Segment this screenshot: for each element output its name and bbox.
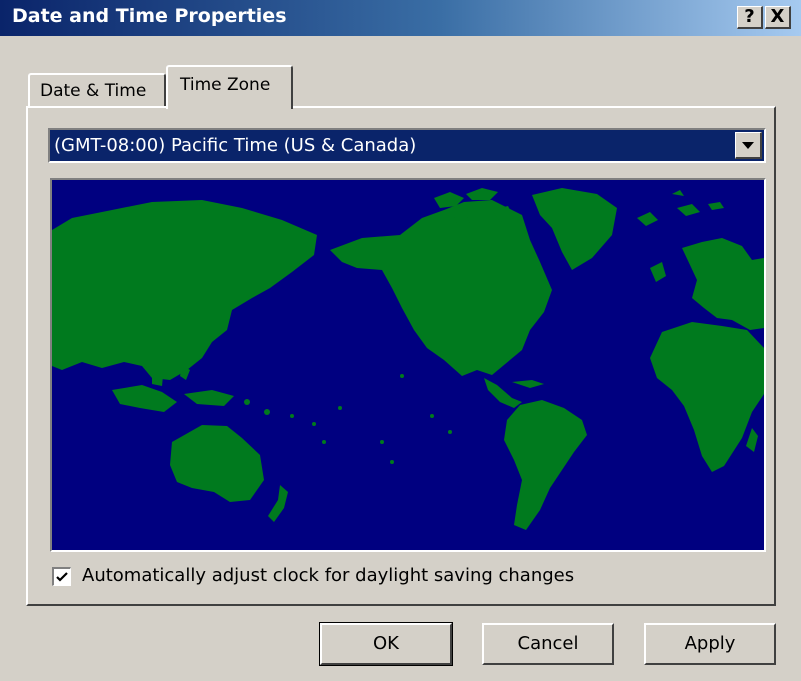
new-zealand-landmass bbox=[268, 485, 288, 522]
tab-date-and-time-label: Date & Time bbox=[40, 81, 147, 101]
tab-time-zone[interactable]: Time Zone bbox=[166, 65, 293, 109]
australia-landmass bbox=[170, 425, 264, 502]
help-icon: ? bbox=[744, 6, 755, 27]
time-zone-select[interactable]: (GMT-08:00) Pacific Time (US & Canada) bbox=[48, 128, 766, 163]
date-time-properties-dialog: Date and Time Properties ? X Date & Time… bbox=[0, 0, 801, 681]
dropdown-arrow-icon[interactable] bbox=[735, 132, 762, 159]
apply-button[interactable]: Apply bbox=[644, 623, 776, 665]
greenland-landmass bbox=[532, 188, 617, 270]
southeast-asia-islands bbox=[112, 385, 177, 412]
south-america-landmass bbox=[504, 400, 587, 530]
north-america-landmass bbox=[330, 200, 552, 376]
title-bar: Date and Time Properties ? X bbox=[0, 0, 801, 36]
time-zone-selected-value: (GMT-08:00) Pacific Time (US & Canada) bbox=[54, 135, 417, 156]
tab-date-and-time[interactable]: Date & Time bbox=[28, 73, 166, 106]
dst-checkbox-label: Automatically adjust clock for daylight … bbox=[82, 565, 575, 586]
help-button[interactable]: ? bbox=[737, 6, 763, 29]
africa-landmass bbox=[650, 322, 764, 472]
asia-landmass bbox=[52, 200, 317, 380]
world-map bbox=[50, 178, 766, 552]
europe-landmass bbox=[682, 238, 764, 330]
window-title: Date and Time Properties bbox=[12, 5, 287, 27]
checkmark-icon bbox=[56, 572, 68, 582]
cancel-button[interactable]: Cancel bbox=[482, 623, 614, 665]
ok-button[interactable]: OK bbox=[319, 622, 453, 666]
dst-checkbox[interactable] bbox=[52, 567, 71, 586]
world-map-graphic bbox=[52, 188, 764, 530]
tab-time-zone-label: Time Zone bbox=[180, 75, 271, 95]
close-icon: X bbox=[770, 6, 785, 27]
landmasses bbox=[52, 188, 764, 530]
close-button[interactable]: X bbox=[765, 6, 791, 29]
